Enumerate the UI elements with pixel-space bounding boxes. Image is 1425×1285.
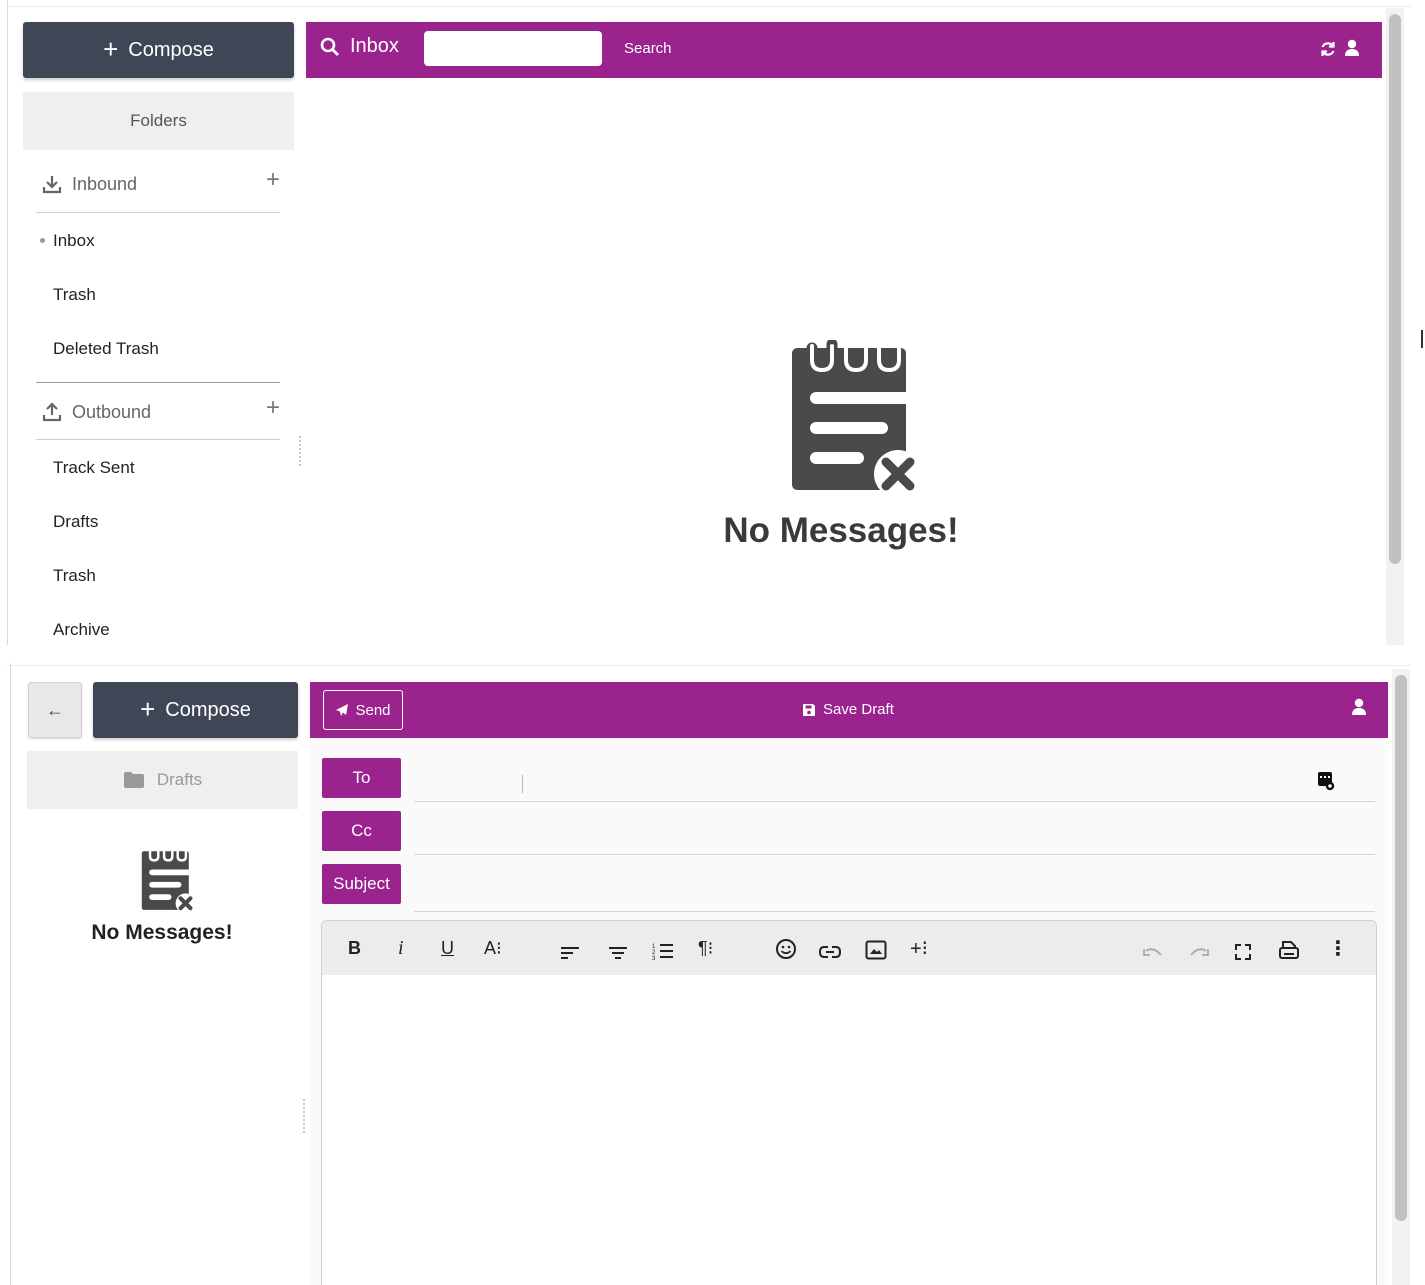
empty-notepad-icon [792, 338, 922, 498]
inbox-view: + Compose Folders Inbound + Inbox Trash … [0, 0, 1425, 645]
top-border [7, 665, 1411, 666]
cc-field[interactable] [414, 815, 1375, 855]
editor-body[interactable] [322, 975, 1376, 1285]
outbound-group-label: Outbound [72, 401, 152, 422]
cc-button[interactable]: Cc [322, 811, 401, 851]
empty-message: No Messages! [723, 511, 959, 550]
folder-icon [123, 772, 144, 788]
plus-icon: + [140, 693, 156, 724]
more-options-button[interactable]: ⋮ [1328, 935, 1348, 961]
editor-toolbar: B i U A⁝ 1 2 3 ¶⁝ +⁝ ⋮ [322, 921, 1376, 975]
address-book-icon[interactable] [1317, 771, 1335, 791]
folder-item-deleted-trash[interactable]: Deleted Trash [53, 339, 159, 359]
current-folder-label: Drafts [156, 770, 203, 789]
current-folder-header: Drafts [27, 751, 298, 809]
resize-handle[interactable] [301, 1099, 307, 1135]
empty-state: No Messages! [27, 848, 297, 945]
send-label: Send [355, 701, 391, 719]
scrollbar-thumb[interactable] [1389, 14, 1401, 564]
download-icon [42, 176, 62, 194]
empty-notepad-icon [141, 849, 196, 914]
save-draft-label: Save Draft [823, 701, 894, 718]
compose-button[interactable]: + Compose [23, 22, 294, 78]
folder-item-trash-outbound[interactable]: Trash [53, 566, 96, 586]
back-button[interactable]: ← [28, 682, 82, 738]
image-icon[interactable] [865, 937, 887, 963]
inbound-group[interactable]: Inbound + [36, 154, 280, 214]
plus-icon: + [103, 33, 119, 64]
compose-button[interactable]: + Compose [93, 682, 298, 738]
fullscreen-icon[interactable] [1234, 939, 1252, 965]
emoji-icon[interactable] [775, 936, 797, 962]
paper-plane-icon [336, 704, 349, 716]
subject-button[interactable]: Subject [322, 864, 401, 904]
subject-field[interactable] [414, 872, 1375, 912]
folders-header: Folders [23, 92, 294, 150]
folder-item-trash[interactable]: Trash [53, 285, 96, 305]
search-icon [320, 37, 339, 56]
search-input[interactable] [424, 31, 602, 66]
search-title: Inbox [320, 35, 399, 58]
folders-header-label: Folders [130, 111, 187, 130]
user-icon[interactable] [1351, 698, 1367, 716]
inbox-toolbar: Inbox Search [306, 22, 1382, 78]
empty-message: No Messages! [91, 921, 233, 944]
scrollbar-thumb[interactable] [1395, 675, 1407, 1221]
top-border [7, 6, 1411, 7]
upload-icon [42, 402, 62, 422]
folder-item-inbox[interactable]: Inbox [53, 231, 95, 251]
compose-label: Compose [165, 698, 251, 721]
folder-item-drafts[interactable]: Drafts [53, 512, 98, 532]
arrow-left-icon: ← [46, 699, 64, 720]
redo-icon[interactable] [1188, 941, 1210, 967]
underline-button[interactable]: U [441, 935, 454, 961]
folder-item-archive[interactable]: Archive [53, 620, 110, 640]
left-border [7, 0, 8, 645]
svg-text:3: 3 [652, 956, 656, 962]
add-outbound-folder-icon[interactable]: + [266, 394, 280, 422]
to-field[interactable] [414, 762, 1375, 802]
message-editor[interactable]: B i U A⁝ 1 2 3 ¶⁝ +⁝ ⋮ [321, 920, 1377, 1285]
scrollbar[interactable] [1392, 669, 1410, 1285]
empty-state: No Messages! [714, 338, 968, 551]
outbound-group[interactable]: Outbound + [36, 382, 280, 442]
resize-handle[interactable] [297, 436, 303, 468]
link-icon[interactable] [818, 939, 842, 965]
folder-title: Inbox [350, 35, 399, 57]
text-cursor [1421, 330, 1423, 348]
text-cursor [522, 775, 524, 793]
compose-view: ← + Compose Drafts No Messages! Send Sav… [0, 663, 1425, 1285]
save-icon [803, 703, 815, 716]
refresh-icon[interactable] [1319, 40, 1337, 58]
print-icon[interactable] [1278, 937, 1300, 963]
left-border [10, 663, 11, 1285]
insert-more-button[interactable]: +⁝ [910, 935, 928, 961]
paragraph-format-button[interactable]: ¶⁝ [698, 935, 713, 961]
align-center-icon[interactable] [608, 940, 628, 966]
bold-button[interactable]: B [348, 935, 361, 961]
divider [36, 439, 280, 440]
scrollbar[interactable] [1386, 8, 1404, 645]
to-button[interactable]: To [322, 758, 401, 798]
inbound-group-label: Inbound [72, 173, 138, 194]
align-left-icon[interactable] [560, 940, 580, 966]
save-draft-button[interactable]: Save Draft [802, 701, 894, 718]
selected-indicator [40, 238, 45, 243]
undo-icon[interactable] [1142, 941, 1164, 967]
send-button[interactable]: Send [323, 690, 403, 730]
search-button[interactable]: Search [624, 40, 672, 57]
user-icon[interactable] [1344, 39, 1360, 57]
add-inbound-folder-icon[interactable]: + [266, 166, 280, 194]
compose-toolbar: Send Save Draft [310, 682, 1388, 738]
divider [36, 212, 280, 213]
folder-item-track-sent[interactable]: Track Sent [53, 458, 135, 478]
italic-button[interactable]: i [398, 935, 404, 961]
font-size-button[interactable]: A⁝ [484, 935, 502, 961]
compose-label: Compose [128, 38, 214, 61]
ordered-list-icon[interactable]: 1 2 3 [652, 938, 674, 964]
